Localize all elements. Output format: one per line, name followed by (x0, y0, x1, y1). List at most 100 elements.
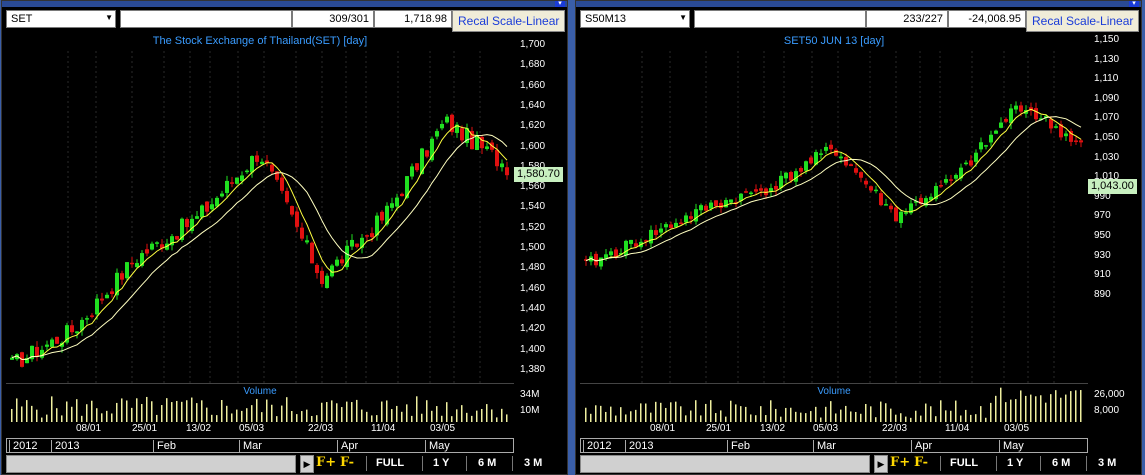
volume-bar (790, 407, 792, 422)
volume-bar (191, 397, 193, 422)
candle-body (155, 242, 159, 244)
volume-bar (391, 409, 393, 422)
last-value-box: -24,008.95 (948, 10, 1026, 28)
candle-body (290, 206, 294, 215)
volume-bar (995, 395, 997, 422)
scroll-right-icon[interactable]: ▶ (300, 455, 314, 473)
date-tick-label: 25/01 (706, 423, 732, 434)
symbol-select[interactable]: S50M13 ▼ (580, 10, 690, 28)
symbol-select[interactable]: SET ▼ (6, 10, 116, 28)
candle-body (445, 116, 449, 123)
volume-bar (610, 406, 612, 422)
volume-bar (61, 415, 63, 422)
range-3m-button[interactable]: 3 M (1098, 457, 1116, 469)
volume-bar (705, 403, 707, 422)
y-tick-label: 1,560 (520, 181, 546, 193)
candle-body (744, 191, 748, 193)
horizontal-scrollbar[interactable] (580, 455, 870, 473)
range-3m-button[interactable]: 3 M (524, 457, 542, 469)
scroll-right-icon[interactable]: ▶ (874, 455, 888, 473)
volume-bar (316, 415, 318, 422)
volume-bar (1045, 402, 1047, 422)
range-6m-button[interactable]: 6 M (1052, 457, 1070, 469)
volume-bar (935, 416, 937, 422)
volume-bar (311, 415, 313, 422)
volume-bar (76, 399, 78, 422)
recal-scale-button[interactable]: Recal Scale-Linear (1026, 10, 1140, 32)
range-full-button[interactable]: FULL (950, 457, 978, 469)
last-value-box: 1,718.98 (374, 10, 452, 28)
volume-bar (286, 397, 288, 422)
volume-bar (231, 413, 233, 422)
candle-body (440, 123, 444, 129)
date-tick-label: 08/01 (650, 423, 676, 434)
info-box-empty (120, 10, 292, 28)
volume-bar (930, 406, 932, 422)
date-tick-label: 13/02 (760, 423, 786, 434)
symbol-value: S50M13 (585, 13, 626, 25)
candle-body (709, 202, 713, 209)
candle-body (1019, 105, 1023, 112)
volume-bar (386, 400, 388, 422)
volume-bar (481, 408, 483, 422)
price-chart[interactable]: SET50 JUN 13 [day] (580, 33, 1088, 383)
candle-body (285, 191, 289, 203)
volume-bar (101, 413, 103, 422)
volume-bar (640, 403, 642, 422)
volume-bar (850, 411, 852, 422)
zoom-out-button[interactable]: F- (340, 455, 354, 470)
volume-bar (970, 414, 972, 422)
candle-body (125, 262, 129, 279)
candle-body (994, 130, 998, 134)
candle-body (839, 156, 843, 159)
volume-bar (86, 404, 88, 422)
candle-body (864, 180, 868, 185)
zoom-out-button[interactable]: F- (914, 455, 928, 470)
month-tick-label: May (999, 440, 1024, 452)
candle-body (195, 216, 199, 219)
range-6m-button[interactable]: 6 M (478, 457, 496, 469)
toolbar-separator (422, 456, 423, 471)
volume-bar (975, 414, 977, 422)
date-tick-label: 22/03 (882, 423, 908, 434)
candle-body (869, 186, 873, 191)
volume-bar (630, 411, 632, 422)
volume-bar (296, 414, 298, 422)
volume-bar (695, 400, 697, 422)
volume-bar (36, 409, 38, 422)
volume-bar (670, 402, 672, 422)
candle-body (245, 170, 249, 173)
volume-bar (216, 415, 218, 422)
current-price-label: 1,580.70 (514, 167, 563, 182)
candle-body (979, 142, 983, 150)
candlestick-plot (10, 51, 509, 383)
y-tick-label: 1,660 (520, 79, 546, 91)
zoom-in-button[interactable]: F+ (890, 455, 910, 470)
volume-bar (890, 408, 892, 422)
volume-bar (900, 413, 902, 422)
candle-body (594, 253, 598, 266)
horizontal-scrollbar[interactable] (6, 455, 296, 473)
chevron-down-icon[interactable]: ▼ (105, 13, 113, 22)
candle-body (729, 199, 733, 203)
recal-scale-button[interactable]: Recal Scale-Linear (452, 10, 566, 32)
volume-bar (905, 416, 907, 422)
candle-body (425, 150, 429, 157)
candle-body (95, 298, 99, 315)
volume-bar (401, 411, 403, 422)
range-1y-button[interactable]: 1 Y (433, 457, 449, 469)
chevron-down-icon[interactable]: ▼ (679, 13, 687, 22)
candle-body (879, 193, 883, 206)
range-1y-button[interactable]: 1 Y (1007, 457, 1023, 469)
price-chart[interactable]: The Stock Exchange of Thailand(SET) [day… (6, 33, 514, 383)
volume-bar (1055, 390, 1057, 422)
candle-body (1034, 108, 1038, 120)
candle-body (415, 163, 419, 171)
ratio-box: 233/227 (866, 10, 948, 28)
zoom-in-button[interactable]: F+ (316, 455, 336, 470)
month-tick-label: Apr (911, 440, 932, 452)
y-tick-label: 1,110 (1094, 73, 1119, 85)
candle-body (669, 224, 673, 229)
toolbar-separator (1086, 456, 1087, 471)
range-full-button[interactable]: FULL (376, 457, 404, 469)
